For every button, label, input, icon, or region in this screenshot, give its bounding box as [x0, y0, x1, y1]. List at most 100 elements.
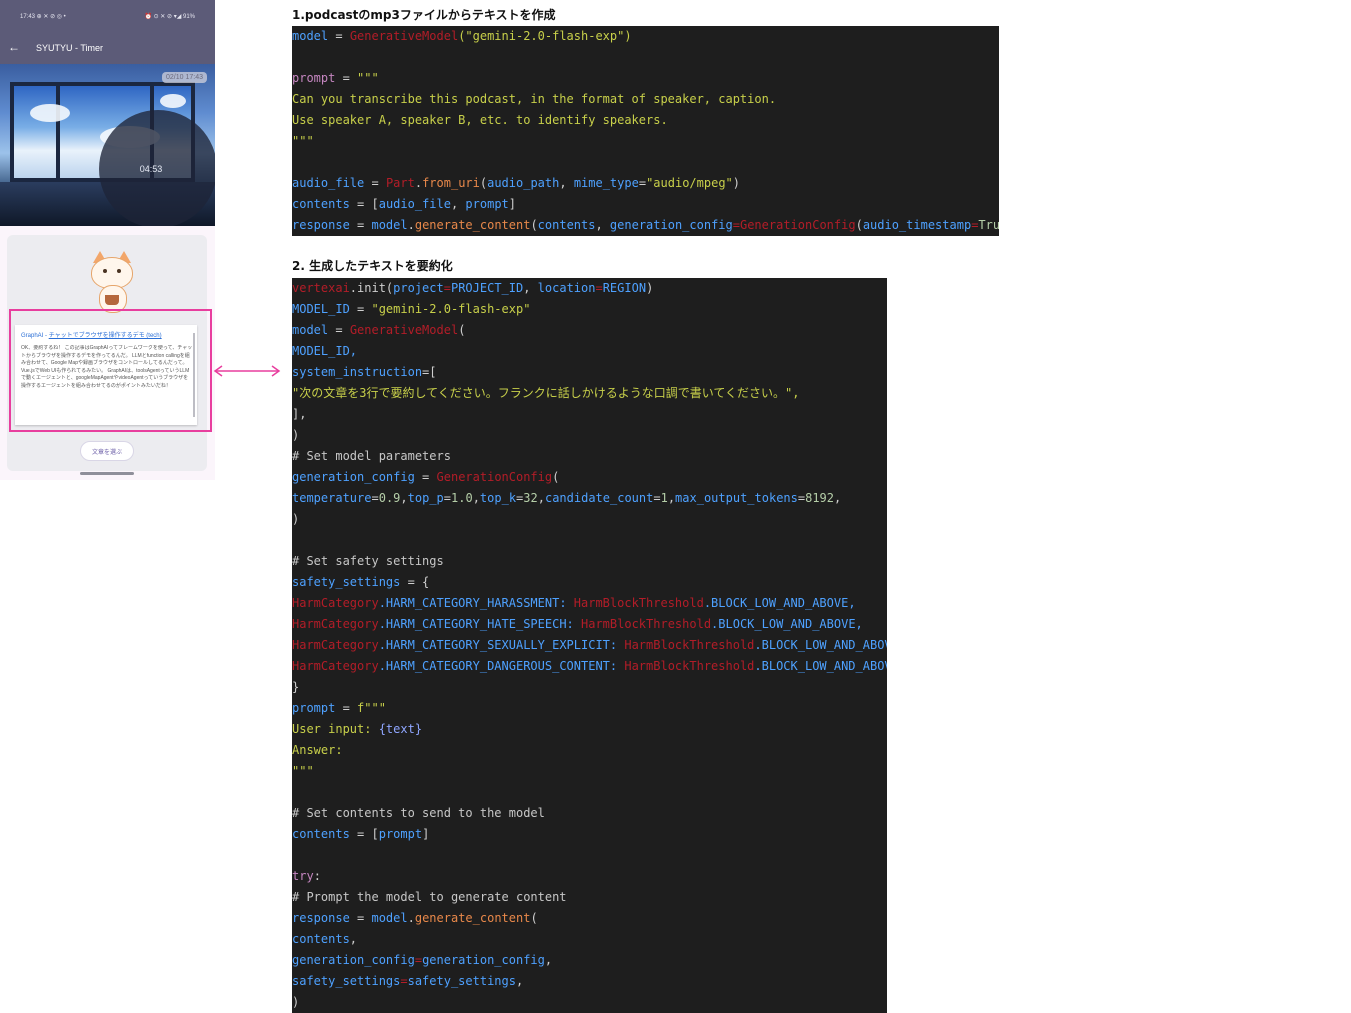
- code-token: .HARM_CATEGORY_SEXUALLY_EXPLICIT:: [378, 638, 625, 652]
- code-token: HarmBlockThreshold: [573, 596, 704, 610]
- code-token: HarmBlockThreshold: [581, 617, 712, 631]
- code-token: (: [458, 323, 466, 337]
- code-line: HarmCategory.HARM_CATEGORY_HATE_SPEECH: …: [292, 614, 887, 635]
- code-line: contents = [prompt]: [292, 824, 887, 845]
- code-token: 1.0: [451, 491, 473, 505]
- code-token: (: [530, 218, 538, 232]
- code-token: :: [313, 869, 321, 883]
- code-line: ): [292, 428, 300, 442]
- code-line: vertexai.init(project=PROJECT_ID, locati…: [292, 278, 887, 299]
- code-token: =: [400, 974, 408, 988]
- code-token: .BLOCK_LOW_AND_ABOVE,: [754, 638, 887, 652]
- code-token: top_k: [479, 491, 517, 505]
- code-token: ,: [349, 932, 358, 946]
- code-token: ,: [559, 176, 574, 190]
- code-line: "次の文章を3行で要約してください。フランクに話しかけるような口調で書いてくださ…: [292, 386, 800, 400]
- code-token: audio_file: [378, 197, 451, 211]
- code-line: audio_file = Part.from_uri(audio_path, m…: [292, 173, 999, 194]
- code-token: .: [407, 911, 415, 925]
- timer-display[interactable]: 04:53: [99, 110, 215, 226]
- app-bar: ← SYUTYU - Timer: [0, 34, 215, 64]
- code-token: =: [653, 491, 661, 505]
- code-line: }: [292, 680, 300, 694]
- back-arrow-icon[interactable]: ←: [8, 41, 20, 53]
- code-token: .HARM_CATEGORY_HARASSMENT:: [378, 596, 574, 610]
- code-line: ],: [292, 407, 307, 421]
- code-block-1: model = GenerativeModel("gemini-2.0-flas…: [292, 26, 999, 236]
- code-token: mime_type: [573, 176, 639, 190]
- code-token: response: [292, 218, 350, 232]
- code-token: max_output_tokens: [675, 491, 798, 505]
- code-token: 8192: [805, 491, 835, 505]
- code-token: "audio/mpeg": [646, 176, 733, 190]
- code-token: HarmBlockThreshold: [624, 659, 755, 673]
- code-token: contents: [537, 218, 596, 232]
- code-token: =: [371, 491, 379, 505]
- code-line: prompt = """: [292, 68, 999, 89]
- code-token: PROJECT_ID: [450, 281, 524, 295]
- code-token: contents: [292, 932, 350, 946]
- code-token: =: [732, 218, 740, 232]
- code-block-2: vertexai.init(project=PROJECT_ID, locati…: [292, 278, 887, 1013]
- code-token: Part: [385, 176, 415, 190]
- code-token: from_uri: [422, 176, 480, 190]
- code-token: temperature: [292, 491, 372, 505]
- cloud: [160, 94, 186, 108]
- code-token: HarmCategory: [292, 596, 379, 610]
- code-line: try:: [292, 866, 887, 887]
- section-1-title: 1.podcastのmp3ファイルからテキストを作成: [292, 8, 556, 22]
- app-title: SYUTYU - Timer: [36, 43, 104, 53]
- select-text-button[interactable]: 文章を選ぶ: [80, 441, 134, 461]
- code-comment: # Prompt the model to generate content: [292, 890, 567, 904]
- cat-eye: [103, 269, 107, 273]
- code-token: safety_settings: [407, 974, 516, 988]
- hero-image: 02/10 17:43 04:53: [0, 64, 215, 226]
- code-token: ,: [834, 491, 842, 505]
- code-token: REGION: [602, 281, 647, 295]
- code-token: .BLOCK_LOW_AND_ABOVE,: [711, 617, 863, 631]
- code-token: ]: [422, 827, 430, 841]
- code-token: =: [328, 29, 350, 43]
- code-token: MODEL_ID: [292, 302, 350, 316]
- code-line: response = model.generate_content(conten…: [292, 215, 999, 236]
- code-token: ,: [450, 197, 466, 211]
- code-line: MODEL_ID = "gemini-2.0-flash-exp": [292, 299, 887, 320]
- code-comment: # Set model parameters: [292, 449, 451, 463]
- code-line: response = model.generate_content(: [292, 908, 887, 929]
- code-token: (: [855, 218, 863, 232]
- code-line: generation_config=generation_config,: [292, 950, 887, 971]
- code-token: .: [407, 218, 415, 232]
- code-token: ): [732, 176, 741, 190]
- code-token: =: [595, 281, 603, 295]
- code-line: model = GenerativeModel(: [292, 320, 887, 341]
- code-token: GenerativeModel: [349, 323, 459, 337]
- code-line: temperature=0.9,top_p=1.0,top_k=32,candi…: [292, 488, 887, 509]
- code-token: contents: [292, 197, 350, 211]
- code-token: model: [371, 911, 408, 925]
- code-token: try: [292, 869, 314, 883]
- cloud: [30, 104, 70, 122]
- code-token: User input:: [292, 722, 379, 736]
- code-token: GenerationConfig: [436, 470, 553, 484]
- code-token: HarmBlockThreshold: [624, 638, 755, 652]
- code-token: ): [646, 281, 654, 295]
- code-line: User input: {text}: [292, 719, 887, 740]
- code-token: (: [530, 911, 538, 925]
- code-token: .init(: [349, 281, 394, 295]
- code-token: safety_settings: [292, 974, 401, 988]
- code-line: HarmCategory.HARM_CATEGORY_HARASSMENT: H…: [292, 593, 887, 614]
- code-token: generate_content: [414, 911, 531, 925]
- code-token: [: [371, 197, 379, 211]
- code-token: =: [328, 323, 350, 337]
- code-token: True: [978, 218, 999, 232]
- code-line: ): [292, 995, 300, 1009]
- double-arrow-icon: [213, 365, 281, 377]
- code-token: ,: [523, 281, 538, 295]
- code-comment: # Set contents to send to the model: [292, 806, 545, 820]
- code-token: [: [371, 827, 379, 841]
- code-token: .BLOCK_LOW_AND_ABOVE,: [754, 659, 887, 673]
- code-token: "gemini-2.0-flash-exp": [371, 302, 531, 316]
- code-token: .HARM_CATEGORY_HATE_SPEECH:: [378, 617, 581, 631]
- code-token: model: [371, 218, 408, 232]
